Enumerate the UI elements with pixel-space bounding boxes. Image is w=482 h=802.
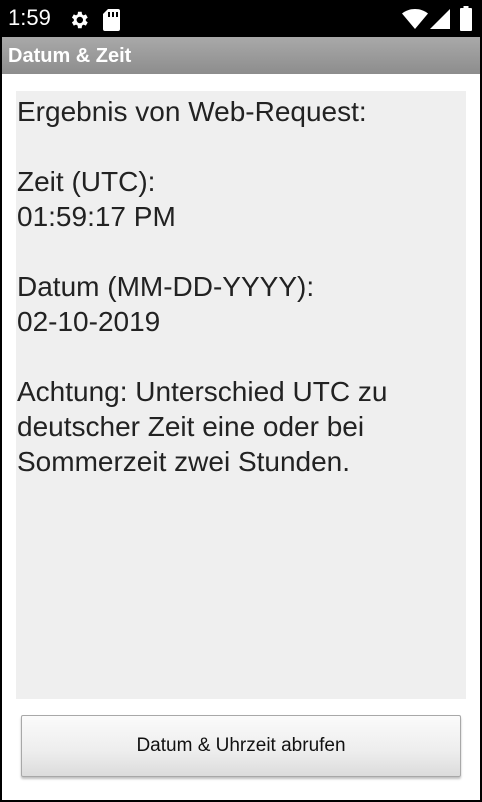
app-frame: Datum & Zeit Ergebnis von Web-Request: Z… — [2, 37, 480, 800]
status-time: 1:59 — [8, 5, 51, 30]
app-title: Datum & Zeit — [8, 45, 132, 67]
fetch-datetime-button[interactable]: Datum & Uhrzeit abrufen — [21, 715, 461, 777]
settings-gear-icon — [71, 11, 88, 29]
status-bar: 1:59 — [0, 0, 482, 37]
phone-screen: 1:59 Datum & Zeit Ergebnis von Web-Reque… — [0, 0, 482, 802]
wifi-icon — [402, 9, 428, 29]
sd-card-icon — [103, 9, 120, 31]
cellular-signal-icon — [430, 9, 450, 29]
title-bar: Datum & Zeit — [2, 37, 480, 74]
result-panel: Ergebnis von Web-Request: Zeit (UTC): 01… — [16, 91, 466, 699]
battery-icon — [460, 6, 472, 31]
result-text: Ergebnis von Web-Request: Zeit (UTC): 01… — [17, 96, 388, 477]
